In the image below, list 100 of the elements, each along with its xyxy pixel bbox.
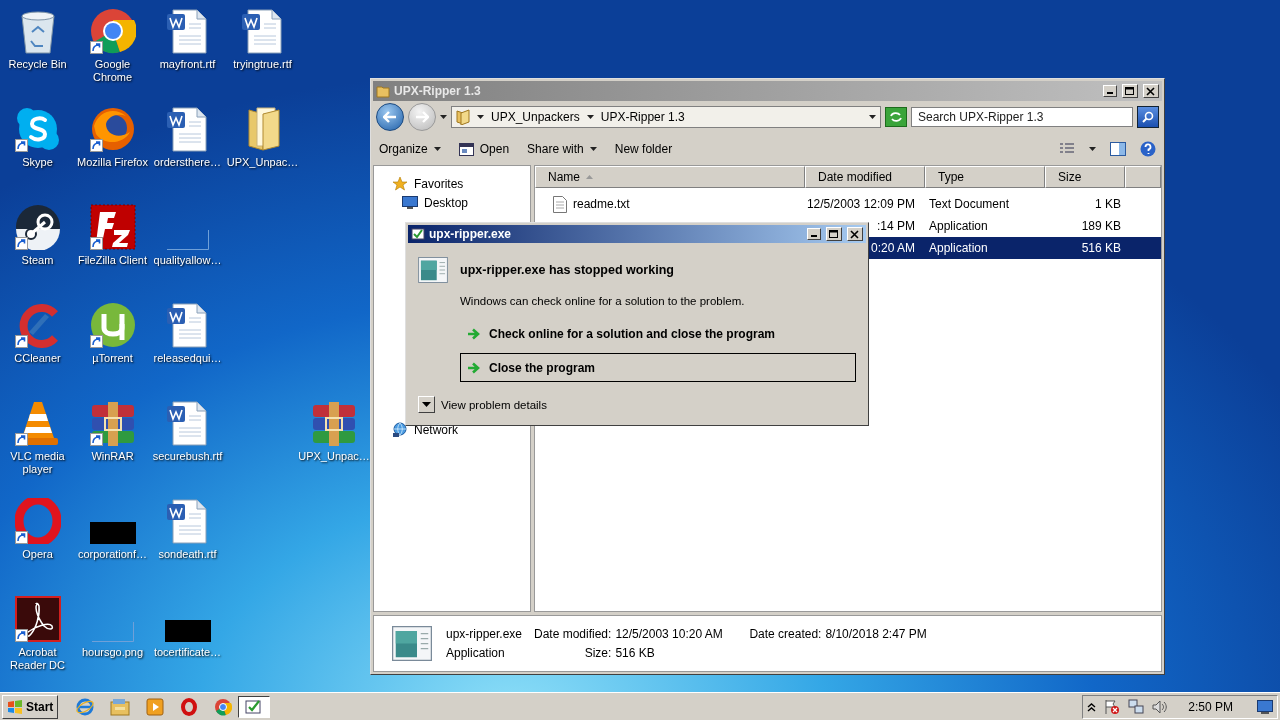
breadcrumb-caret-icon xyxy=(477,115,484,119)
recycle-bin-icon xyxy=(18,10,57,54)
application-icon xyxy=(418,257,448,283)
desktop-icon-label[interactable]: tryingtrue.rtf xyxy=(233,58,292,71)
minimize-icon xyxy=(1107,92,1113,94)
help-icon[interactable] xyxy=(1140,141,1156,157)
caret-icon xyxy=(433,147,441,151)
desktop-icon-label[interactable]: Steam xyxy=(21,254,54,267)
close-icon xyxy=(850,229,860,239)
table-cell-text: Text Document xyxy=(928,197,1011,211)
search-button[interactable] xyxy=(1137,106,1159,128)
windows-logo-icon xyxy=(7,699,23,714)
start-button[interactable]: Start xyxy=(2,694,59,719)
image-file-icon xyxy=(166,230,209,250)
file-row[interactable]: readme.txt 12/5/2003 12:09 PM Text Document 1 KB xyxy=(535,193,1161,215)
dialog-message: Windows can check online for a solution to the problem. xyxy=(459,294,746,307)
desktop-icon-label[interactable]: Google Chrome xyxy=(76,58,149,84)
application-icon xyxy=(392,626,432,661)
opera-icon[interactable] xyxy=(180,697,199,716)
toolbar-button[interactable]: Share with xyxy=(527,142,597,156)
toolbar-button[interactable]: Open xyxy=(458,141,510,157)
media-player-icon[interactable] xyxy=(146,697,165,716)
column-header[interactable]: Date modified xyxy=(805,166,925,188)
maximize-button[interactable] xyxy=(826,227,842,241)
maximize-icon xyxy=(829,229,839,239)
dialog-option[interactable]: Check online for a solution and close the program xyxy=(460,319,856,348)
view-options-icon[interactable] xyxy=(1059,142,1075,156)
breadcrumb-item[interactable]: UPX-Ripper 1.3 xyxy=(600,110,685,124)
volume-icon[interactable] xyxy=(1152,698,1169,715)
expand-button[interactable] xyxy=(418,396,435,413)
dialog-option[interactable]: Close the program xyxy=(460,353,856,382)
back-arrow-icon xyxy=(383,111,397,123)
desktop-icon-label[interactable]: Acrobat Reader DC xyxy=(1,646,74,672)
toolbar-button[interactable]: Organize xyxy=(379,142,441,156)
preview-pane-icon[interactable] xyxy=(1110,142,1126,156)
steam-icon xyxy=(14,204,61,250)
search-icon xyxy=(1142,111,1154,123)
details-value: 516 KB xyxy=(615,646,656,660)
caret-icon xyxy=(589,147,597,151)
redacted-thumbnail-icon xyxy=(89,522,136,544)
file-name: readme.txt xyxy=(573,197,630,211)
column-header[interactable]: Name xyxy=(535,166,805,188)
browser-icon[interactable] xyxy=(76,697,95,716)
address-dropdown-icon xyxy=(869,115,876,119)
toolbar-button[interactable]: New folder xyxy=(614,142,673,156)
table-cell-text: 0:20 AM xyxy=(869,241,916,255)
details-value: 12/5/2003 10:20 AM xyxy=(615,627,724,641)
arrow-icon xyxy=(467,327,481,340)
desktop-icon-label[interactable]: mayfront.rtf xyxy=(159,58,216,71)
redacted-thumbnail-icon xyxy=(164,620,211,642)
refresh-button[interactable] xyxy=(885,107,907,127)
table-cell-text: :14 PM xyxy=(876,219,916,233)
chat-app-icon xyxy=(14,106,61,152)
refresh-icon xyxy=(889,111,903,123)
show-hidden-icons-icon[interactable] xyxy=(1087,701,1097,712)
desktop-icon-label[interactable]: CCleaner xyxy=(14,352,61,365)
desktop-icon-label[interactable]: WinRAR xyxy=(91,450,134,463)
desktop-icon-label[interactable]: qualityallow… xyxy=(153,254,222,267)
archive-icon xyxy=(310,402,358,446)
nav-item[interactable]: Desktop xyxy=(424,195,469,210)
details-label: Date created: xyxy=(749,627,822,641)
network-status-icon[interactable] xyxy=(1128,698,1145,715)
minimize-button[interactable] xyxy=(1103,85,1117,97)
desktop-icon-label[interactable]: Mozilla Firefox xyxy=(77,156,148,169)
table-cell-text: Application xyxy=(928,241,989,255)
taskbar-button[interactable] xyxy=(238,695,271,718)
column-header[interactable]: Size xyxy=(1045,166,1125,188)
desktop-icon-label[interactable]: FileZilla Client xyxy=(77,254,148,267)
show-desktop-icon[interactable] xyxy=(1257,699,1273,714)
desktop-icon-label[interactable]: VLC media player xyxy=(1,450,74,476)
nav-item[interactable]: Favorites xyxy=(414,176,464,191)
desktop-icon-label[interactable]: securebush.rtf xyxy=(152,450,223,463)
desktop-icon-label[interactable]: ordersthere… xyxy=(153,156,222,169)
table-cell-text: 189 KB xyxy=(1080,219,1122,233)
close-button[interactable] xyxy=(847,227,863,241)
browser-icon xyxy=(89,106,136,152)
search-field[interactable]: Search UPX-Ripper 1.3 xyxy=(911,107,1133,127)
address-bar[interactable]: UPX_Unpackers UPX-Ripper 1.3 xyxy=(451,106,881,128)
desktop-icon-label[interactable]: Skype xyxy=(22,156,53,169)
nav-item[interactable]: Network xyxy=(414,422,458,437)
flag-alert-icon[interactable] xyxy=(1104,698,1121,715)
close-button[interactable] xyxy=(1143,84,1159,98)
desktop-icon-label[interactable]: Recycle Bin xyxy=(8,58,67,71)
desktop-icon-label[interactable]: releasedqui… xyxy=(153,352,222,365)
minimize-button[interactable] xyxy=(807,228,821,240)
back-button[interactable] xyxy=(376,103,404,131)
torrent-icon xyxy=(89,302,136,348)
browser-icon[interactable] xyxy=(214,697,233,716)
desktop-icon-label[interactable]: Opera xyxy=(22,548,53,561)
desktop-icon-label[interactable]: corporationf… xyxy=(77,548,148,561)
column-header[interactable]: Type xyxy=(925,166,1045,188)
desktop-icon-label[interactable]: UPX_Unpac… xyxy=(226,156,299,169)
table-cell-text: Application xyxy=(928,219,989,233)
details-file-type: Application xyxy=(446,646,506,660)
desktop-icon-label[interactable]: µTorrent xyxy=(92,352,133,365)
browser-icon xyxy=(89,8,136,54)
pdf-reader-icon xyxy=(14,596,61,642)
details-toggle-label[interactable]: View problem details xyxy=(441,398,547,411)
breadcrumb-item[interactable]: UPX_Unpackers xyxy=(491,110,580,124)
maximize-button[interactable] xyxy=(1122,84,1138,98)
